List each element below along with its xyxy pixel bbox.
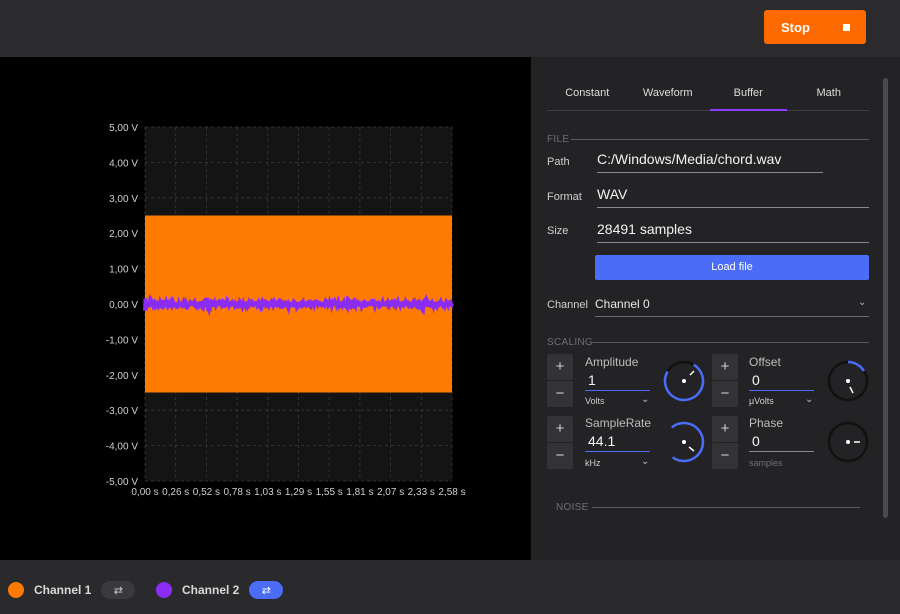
amplitude-value[interactable]: 1 [588,372,596,388]
x-tick-label: 1,29 s [285,487,312,498]
samplerate-plus-button[interactable]: + [547,416,573,442]
phase-underline [749,451,814,452]
channel-1-color-dot [8,582,24,598]
channel-bar: Channel 1 ⇄ Channel 2 ⇄ [0,560,900,614]
format-field[interactable]: WAV [597,186,869,208]
amplitude-plus-button[interactable]: + [547,354,573,380]
samplerate-label: SampleRate [585,416,652,430]
noise-section-label: NOISE [556,502,589,513]
channel-select-underline [595,316,869,317]
channel-2-color-dot [156,582,172,598]
path-label: Path [547,156,570,168]
scaling-section-label: SCALING [547,337,594,348]
x-tick-label: 1,55 s [316,487,343,498]
oscilloscope-plot: 5,00 V 4,00 V 3,00 V 2,00 V 1,00 V 0,00 V -1,0… [0,57,531,560]
tab-constant[interactable]: Constant [547,77,628,110]
plot-svg: 5,00 V 4,00 V 3,00 V 2,00 V 1,00 V 0,00 V -1,0… [106,123,466,498]
settings-scrollbar[interactable] [883,78,888,518]
phase-knob[interactable] [825,419,871,465]
y-tick-label: -1,00 V [106,335,139,346]
y-tick-label: 5,00 V [109,123,138,134]
x-tick-label: 0,00 s [131,487,158,498]
offset-unit[interactable]: µVolts [749,396,774,406]
phase-value[interactable]: 0 [752,433,760,449]
y-tick-label: 4,00 V [109,158,138,169]
amplitude-unit[interactable]: Volts [585,396,605,406]
channel-1: Channel 1 ⇄ [8,581,136,599]
file-section-label: FILE [547,134,570,145]
phase-plus-button[interactable]: + [712,416,738,442]
offset-unit-chevron-down-icon[interactable]: ⌄ [805,394,813,405]
channel-select-label: Channel [547,299,588,311]
channel-2-sliders-icon[interactable]: ⇄ [249,581,284,599]
amplitude-minus-button[interactable]: − [547,381,573,407]
amplitude-knob[interactable] [661,358,707,404]
stop-square-icon [843,23,850,31]
channel-1-name: Channel 1 [34,583,92,597]
offset-knob[interactable] [825,358,871,404]
offset-minus-button[interactable]: − [712,381,738,407]
channel-2: Channel 2 ⇄ [156,581,284,599]
samplerate-underline [585,451,650,452]
y-tick-label: -3,00 V [106,406,139,417]
y-tick-label: -2,00 V [106,371,139,382]
x-tick-label: 1,03 s [254,487,281,498]
tab-buffer[interactable]: Buffer [708,77,789,111]
stop-button[interactable]: Stop [764,10,866,44]
top-toolbar: Stop [0,0,900,57]
samplerate-knob[interactable] [661,419,707,465]
size-field[interactable]: 28491 samples [597,221,869,243]
phase-label: Phase [749,416,784,430]
tab-math[interactable]: Math [789,77,870,110]
offset-plus-button[interactable]: + [712,354,738,380]
channel-chevron-down-icon[interactable]: ⌄ [858,297,866,308]
amplitude-label: Amplitude [585,355,639,369]
size-label: Size [547,225,569,237]
load-file-button[interactable]: Load file [595,255,869,280]
x-tick-label: 0,26 s [162,487,189,498]
offset-label: Offset [749,355,781,369]
amplitude-unit-chevron-down-icon[interactable]: ⌄ [641,394,649,405]
samplerate-minus-button[interactable]: − [547,443,573,469]
x-tick-label: 0,78 s [223,487,250,498]
y-tick-label: 1,00 V [109,265,138,276]
x-tick-label: 2,58 s [438,487,465,498]
samplerate-unit[interactable]: kHz [585,458,601,468]
x-tick-label: 0,52 s [193,487,220,498]
channel-1-sliders-icon[interactable]: ⇄ [101,581,136,599]
format-label: Format [547,191,582,203]
amplitude-underline [585,390,650,391]
channel-2-name: Channel 2 [182,583,240,597]
noise-section-divider [592,507,860,508]
settings-panel: Constant Waveform Buffer Math FILE Path … [531,57,900,560]
x-tick-label: 1,81 s [346,487,373,498]
offset-value[interactable]: 0 [752,372,760,388]
phase-unit: samples [749,458,783,468]
stop-button-label: Stop [781,19,810,35]
y-tick-label: 2,00 V [109,229,138,240]
y-tick-label: 3,00 V [109,194,138,205]
path-field[interactable]: C:/Windows/Media/chord.wav [597,151,823,173]
channel-select[interactable]: Channel 0 [595,297,650,311]
offset-underline [749,390,814,391]
samplerate-unit-chevron-down-icon[interactable]: ⌄ [641,456,649,467]
samplerate-value[interactable]: 44.1 [588,433,615,449]
phase-minus-button[interactable]: − [712,443,738,469]
x-tick-label: 2,33 s [408,487,435,498]
y-tick-label: 0,00 V [109,300,138,311]
scaling-section-divider [591,342,869,343]
y-tick-label: -4,00 V [106,442,139,453]
x-tick-label: 2,07 s [377,487,404,498]
tab-bar: Constant Waveform Buffer Math [547,77,869,111]
file-section-divider [571,139,869,140]
tab-waveform[interactable]: Waveform [628,77,709,110]
